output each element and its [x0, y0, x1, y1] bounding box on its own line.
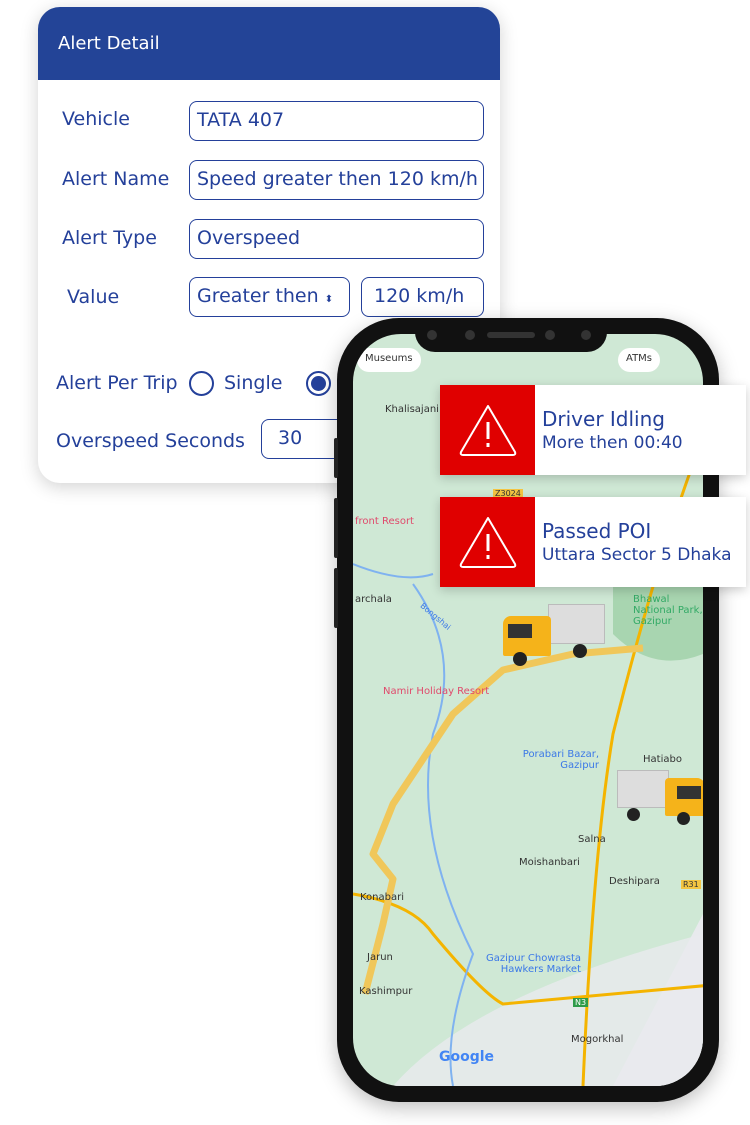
alert-per-trip-label: Alert Per Trip: [56, 372, 178, 394]
vehicle-label: Vehicle: [62, 108, 130, 130]
radio-multiple[interactable]: [306, 371, 331, 396]
sensor-icon: [581, 330, 591, 340]
map-label: archala: [355, 594, 392, 605]
alert-type-field[interactable]: Overspeed: [189, 219, 484, 259]
alert-title: Driver Idling: [542, 407, 665, 431]
google-logo: Google: [439, 1049, 495, 1065]
operator-value: Greater then: [197, 285, 319, 307]
chip-museums[interactable]: Museums: [357, 348, 421, 372]
radio-single[interactable]: [189, 371, 214, 396]
alert-name-field[interactable]: Speed greater then 120 km/h: [189, 160, 484, 200]
alert-detail: Uttara Sector 5 Dhaka: [542, 545, 732, 565]
speaker-grille: [487, 332, 535, 338]
sort-arrows-icon: ⬍: [324, 294, 334, 305]
truck-icon[interactable]: [617, 770, 703, 826]
map-label: Moishanbari: [519, 857, 580, 868]
map-label: Mogorkhal: [571, 1034, 624, 1045]
alert-name-label: Alert Name: [62, 168, 170, 190]
phone-side-button: [334, 438, 338, 478]
map-label: Khalisajani: [385, 404, 439, 415]
camera-icon: [545, 330, 555, 340]
map-label: Kashimpur: [359, 986, 413, 997]
alert-detail: More then 00:40: [542, 433, 683, 453]
alert-passed-poi[interactable]: Passed POI Uttara Sector 5 Dhaka: [440, 497, 746, 587]
overspeed-seconds-label: Overspeed Seconds: [56, 430, 245, 452]
map-label: Salna: [578, 834, 606, 845]
alert-driver-idling[interactable]: Driver Idling More then 00:40: [440, 385, 746, 475]
alert-title: Passed POI: [542, 519, 652, 543]
amount-field[interactable]: 120 km/h: [361, 277, 484, 317]
road-marker: N3: [573, 998, 589, 1007]
map-label: Deshipara: [609, 876, 660, 887]
camera-icon: [427, 330, 437, 340]
warning-triangle-icon: [440, 385, 535, 475]
phone-side-button: [334, 498, 338, 558]
map-label: Konabari: [360, 892, 405, 903]
sensor-icon: [465, 330, 475, 340]
map-label: front Resort: [355, 516, 414, 527]
card-title: Alert Detail: [38, 7, 500, 80]
chip-atms[interactable]: ATMs: [618, 348, 661, 372]
road-marker: R31: [681, 880, 701, 889]
map-label: Jarun: [367, 952, 393, 963]
map-label: Gazipur Chowrasta Hawkers Market: [486, 953, 581, 975]
map-label: Porabari Bazar, Gazipur: [522, 749, 599, 771]
map-label: Hatiabo: [643, 754, 682, 765]
phone-notch: [415, 318, 607, 352]
alert-type-label: Alert Type: [62, 227, 157, 249]
phone-side-button: [334, 568, 338, 628]
river: [412, 583, 475, 1086]
vehicle-field[interactable]: TATA 407: [189, 101, 484, 141]
value-label: Value: [67, 286, 120, 308]
warning-triangle-icon: [440, 497, 535, 587]
map-label: Bhawal National Park, Gazipur: [633, 594, 703, 627]
truck-icon[interactable]: [503, 604, 605, 666]
operator-select[interactable]: Greater then ⬍: [189, 277, 350, 317]
radio-single-label: Single: [224, 372, 283, 394]
map-label: Namir Holiday Resort: [383, 686, 490, 697]
